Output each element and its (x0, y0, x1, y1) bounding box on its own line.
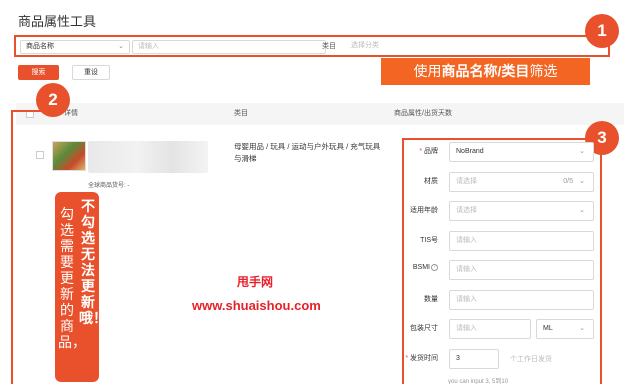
annotation-frame-left (11, 110, 13, 384)
product-row-checkbox[interactable] (36, 151, 44, 159)
checkbox-tip-line-b: 勾选需要更新的商品， (58, 206, 86, 350)
material-select[interactable]: 请选择 0/5 ⌄ (449, 172, 594, 192)
attr-label-brand: * 品牌 (419, 148, 438, 155)
attr-label-ship: * 发货时间 (405, 355, 438, 362)
category-label: 类目 (322, 43, 336, 50)
attr-row-material: 材质 请选择 0/5 ⌄ (402, 171, 602, 193)
annotation-badge-1: 1 (585, 14, 619, 48)
qty-input[interactable]: 请输入 (449, 290, 594, 310)
ship-days-hint: you can input 3, 5到10 (448, 379, 509, 384)
reset-button[interactable]: 重设 (72, 65, 110, 80)
annotation-badge-2: 2 (36, 83, 70, 117)
keyword-input[interactable]: 请输入 (132, 40, 326, 54)
watermark-name: 甩手网 (237, 275, 274, 289)
search-field-select-value: 商品名称 (26, 43, 54, 50)
pkg-unit-value: ML (543, 325, 553, 332)
product-thumbnail (52, 141, 86, 171)
pkg-unit-select[interactable]: ML ⌄ (536, 319, 594, 339)
search-button[interactable]: 搜索 (18, 65, 59, 80)
chevron-down-icon: ⌄ (118, 43, 124, 50)
attr-label-bsmi: BSMI? (413, 264, 438, 271)
filter-bar: 商品名称 ⌄ 请输入 类目 选择分类 (14, 35, 610, 57)
brand-value: NoBrand (456, 148, 484, 155)
table-header: 详情 类目 商品属性/出货天数 (16, 103, 624, 125)
material-placeholder: 请选择 (456, 178, 477, 185)
bsmi-input[interactable]: 请输入 (449, 260, 594, 280)
product-attribute-tool: 商品属性工具 商品名称 ⌄ 请输入 类目 选择分类 1 使用商品名称/类目筛选 … (0, 0, 624, 384)
filter-tip-banner: 使用商品名称/类目筛选 (381, 58, 590, 85)
tis-input[interactable]: 请输入 (449, 231, 594, 251)
product-title-blurred (88, 141, 208, 173)
attr-label-qty: 数量 (424, 296, 438, 303)
category-select[interactable]: 选择分类 (346, 40, 596, 54)
age-placeholder: 请选择 (456, 207, 477, 214)
pkg-size-input[interactable]: 请输入 (449, 319, 531, 339)
global-sku: 全球商品货号: - (88, 183, 130, 189)
attr-row-pkg: 包装尺寸 请输入 ML ⌄ (402, 318, 602, 340)
search-field-select[interactable]: 商品名称 ⌄ (20, 40, 130, 54)
checkbox-tip-line-a: 不勾选无法更新哦！ (79, 198, 107, 326)
chevron-down-icon: ⌄ (579, 325, 585, 332)
chevron-down-icon: ⌄ (579, 148, 585, 155)
attr-row-ship: * 发货时间 3 个工作日发货 (402, 348, 602, 370)
attr-row-age: 适用年龄 请选择 ⌄ (402, 200, 602, 222)
filter-tip-suffix: 筛选 (529, 63, 558, 79)
attr-label-pkg: 包装尺寸 (410, 325, 438, 332)
ship-days-unit: 个工作日发货 (510, 356, 552, 363)
attr-row-qty: 数量 请输入 (402, 289, 602, 311)
material-count: 0/5 (563, 178, 573, 185)
age-select[interactable]: 请选择 ⌄ (449, 201, 594, 221)
annotation-frame-left-top (11, 110, 41, 112)
attr-row-brand: * 品牌 NoBrand ⌄ (402, 141, 602, 163)
attr-label-material: 材质 (424, 178, 438, 185)
column-header-category: 类目 (234, 110, 248, 117)
chevron-down-icon: ⌄ (579, 207, 585, 214)
product-category-path: 母婴用品 / 玩具 / 运动与户外玩具 / 充气玩具与滑梯 (234, 142, 381, 163)
ship-days-input[interactable]: 3 (449, 349, 499, 369)
filter-tip-bold: 商品名称/类目 (441, 63, 530, 79)
watermark-url: www.shuaishou.com (192, 298, 321, 313)
attr-label-tis: TIS号 (420, 237, 438, 244)
filter-tip-prefix: 使用 (413, 63, 442, 79)
page-title: 商品属性工具 (18, 14, 97, 29)
attr-row-bsmi: BSMI? 请输入 (402, 259, 602, 281)
checkbox-tip-banner: 不勾选无法更新哦！ 勾选需要更新的商品， (55, 192, 107, 382)
attr-label-age: 适用年龄 (410, 207, 438, 214)
attr-row-tis: TIS号 请输入 (402, 230, 602, 252)
chevron-down-icon: ⌄ (579, 178, 585, 185)
brand-select[interactable]: NoBrand ⌄ (449, 142, 594, 162)
help-icon: ? (431, 264, 438, 271)
column-header-attributes: 商品属性/出货天数 (394, 110, 452, 117)
